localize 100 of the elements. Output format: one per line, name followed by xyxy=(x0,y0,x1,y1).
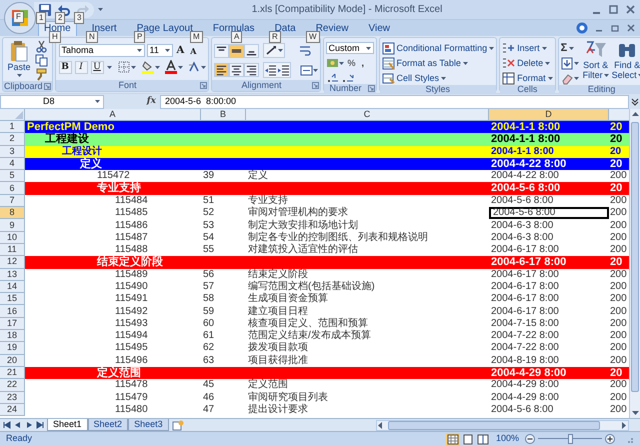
find-select-button[interactable]: Find & Select xyxy=(612,40,640,85)
row-header[interactable]: 10 xyxy=(0,232,25,244)
zoom-level[interactable]: 100% xyxy=(496,432,519,446)
insert-button[interactable]: Insert xyxy=(502,41,553,55)
scrollbar-thumb[interactable] xyxy=(631,122,639,392)
view-normal-icon[interactable] xyxy=(446,434,459,444)
grow-font-button[interactable]: A xyxy=(174,44,186,57)
delete-button[interactable]: Delete xyxy=(502,56,553,70)
column-header[interactable]: A xyxy=(25,109,201,120)
previous-sheet-icon[interactable] xyxy=(14,421,22,429)
slider-thumb[interactable] xyxy=(568,434,572,444)
font-size-field[interactable]: 11 xyxy=(146,44,173,57)
name-box[interactable]: D8 xyxy=(0,94,104,108)
close-icon[interactable] xyxy=(625,4,636,15)
row-header[interactable]: 18 xyxy=(0,330,25,342)
scroll-down-icon[interactable] xyxy=(632,410,638,416)
scroll-right-icon[interactable] xyxy=(621,422,628,428)
increase-decimal-icon[interactable] xyxy=(326,72,339,84)
row-header[interactable]: 24 xyxy=(0,404,25,416)
comma-button[interactable]: , xyxy=(360,58,366,68)
font-color-icon[interactable] xyxy=(164,60,177,74)
row-header[interactable]: 4 xyxy=(0,158,25,170)
decrease-decimal-icon[interactable] xyxy=(340,72,354,84)
underline-button[interactable]: U xyxy=(90,60,104,74)
sheet-tab[interactable]: Sheet2 xyxy=(88,419,128,431)
formula-field[interactable]: 2004-5-6 8:00:00 xyxy=(160,94,629,108)
number-format-field[interactable]: Custom xyxy=(326,42,374,54)
eraser-icon[interactable] xyxy=(560,72,573,84)
first-sheet-icon[interactable] xyxy=(3,421,11,429)
row-header[interactable]: 11 xyxy=(0,244,25,256)
last-sheet-icon[interactable] xyxy=(36,421,44,429)
row-header[interactable]: 20 xyxy=(0,354,25,367)
orientation-icon[interactable] xyxy=(264,44,278,57)
row-header[interactable]: 16 xyxy=(0,305,25,318)
restore-icon[interactable] xyxy=(610,23,620,33)
sheet-tab[interactable]: Sheet3 xyxy=(128,419,169,431)
close-icon[interactable] xyxy=(626,23,636,33)
row-header[interactable]: 12 xyxy=(0,256,25,269)
row-header[interactable]: 5 xyxy=(0,170,25,182)
align-right-icon[interactable] xyxy=(244,63,258,77)
row-header[interactable]: 19 xyxy=(0,342,25,355)
fill-color-icon[interactable] xyxy=(142,60,154,74)
copy-icon[interactable] xyxy=(35,54,48,67)
dialog-launcher-icon[interactable] xyxy=(368,85,375,92)
horizontal-scrollbar[interactable] xyxy=(376,420,629,430)
font-name-field[interactable]: Tahoma xyxy=(58,44,145,57)
maximize-icon[interactable] xyxy=(608,4,619,15)
row-header[interactable]: 22 xyxy=(0,379,25,392)
ribbon-tab[interactable]: View xyxy=(363,21,395,36)
text-effects-icon[interactable] xyxy=(188,61,200,73)
shrink-font-button[interactable]: A xyxy=(188,44,199,57)
paste-button[interactable]: Paste xyxy=(7,40,30,72)
row-header[interactable]: 7 xyxy=(0,194,25,208)
percent-button[interactable]: % xyxy=(346,58,358,68)
bold-button[interactable]: B xyxy=(58,60,72,74)
scroll-up-icon[interactable] xyxy=(632,111,638,117)
row-header[interactable]: 6 xyxy=(0,182,25,195)
insert-function-button[interactable]: fx xyxy=(146,97,156,106)
row-header[interactable]: 21 xyxy=(0,366,25,380)
borders-icon[interactable] xyxy=(118,61,130,73)
decrease-indent-icon[interactable] xyxy=(264,63,277,77)
scissors-icon[interactable] xyxy=(35,40,48,53)
help-icon[interactable] xyxy=(576,22,588,34)
column-header[interactable]: B xyxy=(201,109,246,120)
dialog-launcher-icon[interactable] xyxy=(312,82,319,89)
sheet-tab[interactable]: Sheet1 xyxy=(47,419,88,431)
row-header[interactable]: 14 xyxy=(0,280,25,294)
view-page-break-icon[interactable] xyxy=(476,434,489,444)
row-header[interactable]: 3 xyxy=(0,146,25,158)
merge-cells-icon[interactable] xyxy=(300,64,313,76)
vertical-scrollbar[interactable] xyxy=(629,109,640,418)
row-header[interactable]: 8 xyxy=(0,207,25,220)
zoom-out-icon[interactable] xyxy=(525,434,535,444)
next-sheet-icon[interactable] xyxy=(25,421,33,429)
format-as-table-button[interactable]: Format as Table xyxy=(382,56,494,70)
brush-icon[interactable] xyxy=(35,68,48,81)
dialog-launcher-icon[interactable] xyxy=(44,82,51,90)
format-button[interactable]: Format xyxy=(502,71,553,85)
expand-icon[interactable] xyxy=(630,98,638,106)
zoom-in-icon[interactable] xyxy=(605,434,615,444)
zoom-slider[interactable] xyxy=(538,434,602,444)
row-header[interactable]: 1 xyxy=(0,121,25,134)
increase-indent-icon[interactable] xyxy=(276,63,290,77)
row-header[interactable]: 2 xyxy=(0,133,25,146)
row-header[interactable]: 13 xyxy=(0,268,25,281)
row-header[interactable]: 17 xyxy=(0,318,25,330)
column-header[interactable]: D xyxy=(489,109,609,120)
scrollbar-thumb[interactable] xyxy=(388,420,600,430)
dialog-launcher-icon[interactable] xyxy=(200,82,207,89)
sort-filter-button[interactable]: Sort & Filter xyxy=(582,40,609,85)
conditional-formatting-button[interactable]: Conditional Formatting xyxy=(382,41,494,55)
wrap-text-icon[interactable] xyxy=(298,44,312,57)
insert-sheet-icon[interactable] xyxy=(172,420,184,430)
row-header[interactable]: 9 xyxy=(0,219,25,232)
cell-styles-button[interactable]: Cell Styles xyxy=(382,71,494,85)
align-center-icon[interactable] xyxy=(230,63,243,77)
fill-down-icon[interactable] xyxy=(560,56,573,70)
autosum-button[interactable]: Σ xyxy=(560,42,568,54)
row-header[interactable]: 23 xyxy=(0,392,25,404)
align-left-icon[interactable] xyxy=(214,63,228,77)
